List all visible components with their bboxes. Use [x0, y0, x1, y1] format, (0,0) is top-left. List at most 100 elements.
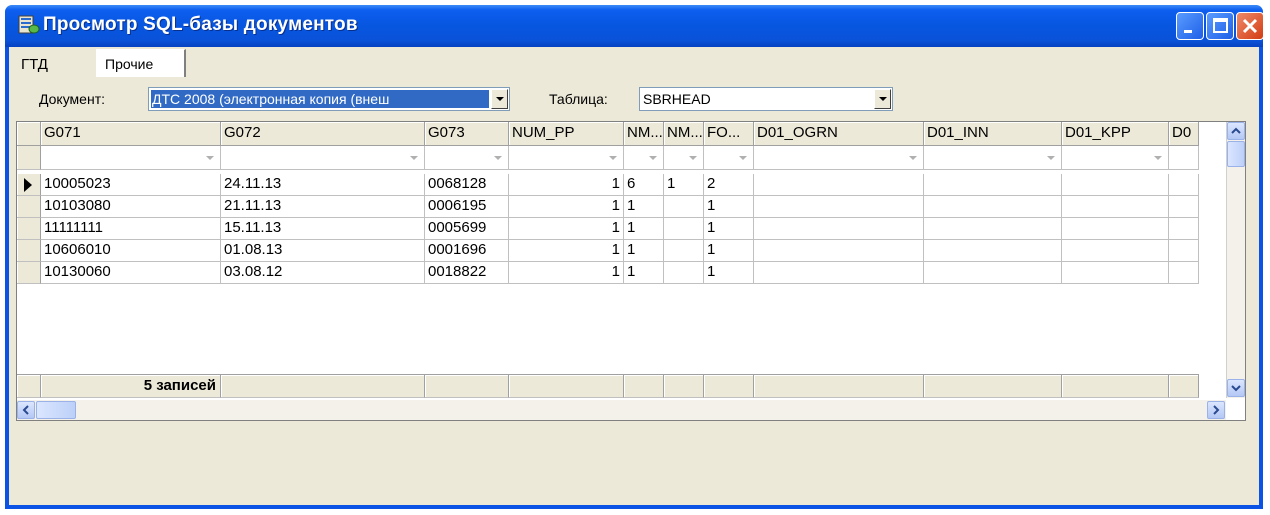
scroll-right-button[interactable]: [1207, 401, 1225, 419]
table-cell[interactable]: [664, 240, 704, 262]
table-cell[interactable]: 1: [509, 240, 624, 262]
filter-dropdown-icon[interactable]: [494, 156, 502, 160]
table-cell[interactable]: 0001696: [425, 240, 509, 262]
column-filter-cell[interactable]: [221, 146, 425, 170]
table-cell[interactable]: [664, 262, 704, 284]
column-filter-cell[interactable]: [41, 146, 221, 170]
filter-dropdown-icon[interactable]: [689, 156, 697, 160]
table-cell[interactable]: [754, 262, 924, 284]
table-cell[interactable]: 1: [624, 218, 664, 240]
column-filter-cell[interactable]: [664, 146, 704, 170]
column-filter-cell[interactable]: [704, 146, 754, 170]
column-filter-cell[interactable]: [425, 146, 509, 170]
filter-dropdown-icon[interactable]: [1154, 156, 1162, 160]
horizontal-scroll-thumb[interactable]: [36, 401, 76, 419]
document-select[interactable]: ДТС 2008 (электронная копия (внеш: [148, 87, 510, 111]
table-cell[interactable]: [924, 262, 1062, 284]
column-header[interactable]: D01_OGRN: [754, 122, 924, 146]
table-cell[interactable]: 0068128: [425, 174, 509, 196]
document-dropdown-button[interactable]: [491, 89, 508, 109]
table-cell[interactable]: 1: [509, 174, 624, 196]
table-cell[interactable]: [754, 196, 924, 218]
table-cell[interactable]: [754, 174, 924, 196]
vertical-scroll-thumb[interactable]: [1227, 141, 1245, 167]
table-row[interactable]: 10103080 21.11.13 0006195 1 1 1: [17, 196, 1226, 218]
vertical-scrollbar[interactable]: [1226, 122, 1245, 398]
table-cell[interactable]: 2: [704, 174, 754, 196]
filter-dropdown-icon[interactable]: [410, 156, 418, 160]
table-select[interactable]: SBRHEAD: [639, 87, 893, 111]
table-cell[interactable]: 24.11.13: [221, 174, 425, 196]
scroll-up-button[interactable]: [1227, 122, 1245, 140]
table-cell[interactable]: [1062, 174, 1169, 196]
table-cell[interactable]: 11111111: [41, 218, 221, 240]
table-cell[interactable]: 1: [704, 196, 754, 218]
table-cell[interactable]: 1: [509, 262, 624, 284]
table-cell[interactable]: 21.11.13: [221, 196, 425, 218]
table-cell[interactable]: [1169, 240, 1199, 262]
filter-dropdown-icon[interactable]: [739, 156, 747, 160]
table-cell[interactable]: [1062, 262, 1169, 284]
table-cell[interactable]: 10130060: [41, 262, 221, 284]
column-header[interactable]: G071: [41, 122, 221, 146]
table-cell[interactable]: 10606010: [41, 240, 221, 262]
filter-dropdown-icon[interactable]: [609, 156, 617, 160]
table-cell[interactable]: 1: [704, 240, 754, 262]
table-cell[interactable]: 0006195: [425, 196, 509, 218]
column-filter-cell[interactable]: [754, 146, 924, 170]
table-cell[interactable]: [1062, 196, 1169, 218]
close-button[interactable]: [1236, 12, 1264, 40]
column-header[interactable]: D0: [1169, 122, 1199, 146]
table-cell[interactable]: 1: [704, 262, 754, 284]
scroll-down-button[interactable]: [1227, 379, 1245, 397]
table-cell[interactable]: 15.11.13: [221, 218, 425, 240]
column-header[interactable]: NM...: [624, 122, 664, 146]
table-cell[interactable]: [1169, 262, 1199, 284]
table-cell[interactable]: 1: [624, 262, 664, 284]
column-header[interactable]: NUM_PP: [509, 122, 624, 146]
table-cell[interactable]: [754, 240, 924, 262]
title-bar[interactable]: Просмотр SQL-базы документов: [5, 5, 1264, 47]
table-cell[interactable]: 1: [624, 196, 664, 218]
table-cell[interactable]: 1: [509, 196, 624, 218]
table-cell[interactable]: [1062, 218, 1169, 240]
column-header[interactable]: FO...: [704, 122, 754, 146]
table-cell[interactable]: [924, 240, 1062, 262]
table-cell[interactable]: [924, 196, 1062, 218]
table-cell[interactable]: [924, 174, 1062, 196]
table-cell[interactable]: 0005699: [425, 218, 509, 240]
table-cell[interactable]: 10005023: [41, 174, 221, 196]
table-cell[interactable]: [664, 218, 704, 240]
table-row[interactable]: 11111111 15.11.13 0005699 1 1 1: [17, 218, 1226, 240]
column-filter-cell[interactable]: [624, 146, 664, 170]
table-cell[interactable]: 1: [704, 218, 754, 240]
column-filter-cell[interactable]: [509, 146, 624, 170]
table-cell[interactable]: 6: [624, 174, 664, 196]
column-header[interactable]: D01_INN: [924, 122, 1062, 146]
tab-gtd[interactable]: ГТД: [13, 53, 56, 77]
table-cell[interactable]: [754, 218, 924, 240]
filter-dropdown-icon[interactable]: [649, 156, 657, 160]
column-header[interactable]: G072: [221, 122, 425, 146]
table-cell[interactable]: [1062, 240, 1169, 262]
column-header[interactable]: D01_KPP: [1062, 122, 1169, 146]
minimize-button[interactable]: [1176, 12, 1204, 40]
tab-other[interactable]: Прочие: [96, 49, 186, 77]
table-cell[interactable]: 03.08.12: [221, 262, 425, 284]
horizontal-scrollbar[interactable]: [17, 400, 1226, 420]
table-row[interactable]: 10606010 01.08.13 0001696 1 1 1: [17, 240, 1226, 262]
column-filter-cell[interactable]: [1062, 146, 1169, 170]
table-cell[interactable]: [664, 196, 704, 218]
maximize-button[interactable]: [1206, 12, 1234, 40]
column-filter-cell[interactable]: [1169, 146, 1199, 170]
table-cell[interactable]: [1169, 218, 1199, 240]
table-dropdown-button[interactable]: [874, 89, 891, 109]
table-cell[interactable]: 01.08.13: [221, 240, 425, 262]
column-header[interactable]: NM...: [664, 122, 704, 146]
table-row[interactable]: 10130060 03.08.12 0018822 1 1 1: [17, 262, 1226, 284]
table-cell[interactable]: [1169, 174, 1199, 196]
table-cell[interactable]: 1: [664, 174, 704, 196]
table-cell[interactable]: [924, 218, 1062, 240]
table-cell[interactable]: 1: [509, 218, 624, 240]
filter-dropdown-icon[interactable]: [1047, 156, 1055, 160]
